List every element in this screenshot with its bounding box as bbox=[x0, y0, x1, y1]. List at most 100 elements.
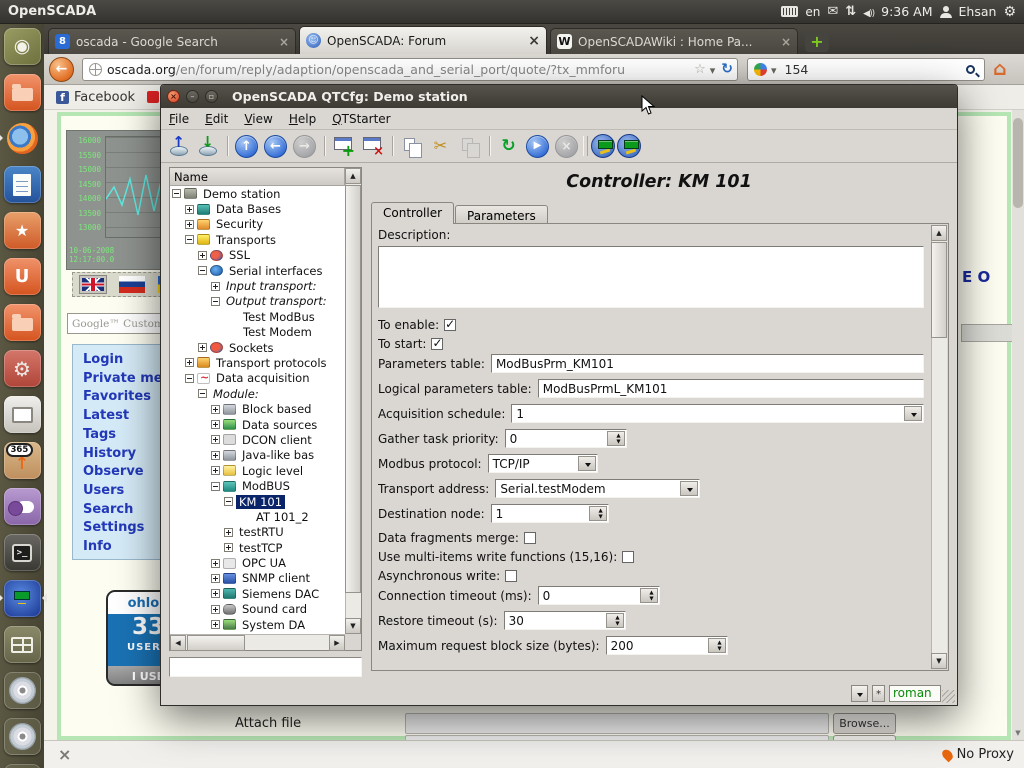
scroll-left-icon[interactable] bbox=[170, 635, 186, 651]
status-star-button[interactable] bbox=[872, 685, 885, 702]
tree-item[interactable]: Java-like bas bbox=[170, 448, 345, 463]
tree-item[interactable]: Logic level bbox=[170, 463, 345, 478]
start-periodic-update-icon[interactable]: ▶ bbox=[526, 135, 549, 158]
toolbar-separator[interactable] bbox=[388, 133, 396, 159]
destination-node-spinbox[interactable]: 1 bbox=[491, 504, 609, 523]
tree-expander-icon[interactable] bbox=[172, 189, 181, 198]
menu-item[interactable]: File bbox=[161, 110, 197, 128]
page-scrollbar-thumb[interactable] bbox=[1013, 118, 1023, 208]
new-tab-button[interactable]: + bbox=[805, 31, 829, 52]
toolbar-separator[interactable] bbox=[485, 133, 493, 159]
search-engine-dropdown-icon[interactable] bbox=[767, 62, 781, 77]
proxy-flame-icon[interactable] bbox=[940, 747, 955, 762]
status-user-field[interactable]: roman bbox=[889, 685, 941, 702]
toolbar-separator[interactable] bbox=[320, 133, 328, 159]
software-center-icon[interactable]: ★ bbox=[4, 212, 41, 249]
tab-controller[interactable]: Controller bbox=[371, 202, 454, 224]
data-fragments-merge-checkbox[interactable] bbox=[524, 532, 536, 544]
tree-item[interactable]: Siemens DAC bbox=[170, 586, 345, 601]
pidgin-icon[interactable] bbox=[4, 488, 41, 525]
menu-item[interactable]: View bbox=[236, 110, 280, 128]
restore-timeout-spinbox[interactable]: 30 bbox=[504, 611, 626, 630]
tree-expander-icon[interactable] bbox=[211, 589, 220, 598]
tree-expander-icon[interactable] bbox=[224, 543, 233, 552]
page-scrollbar[interactable] bbox=[1012, 110, 1024, 740]
to-enable-checkbox[interactable] bbox=[444, 319, 456, 331]
tree-expander-icon[interactable] bbox=[211, 420, 220, 429]
terminal-icon[interactable]: >_ bbox=[4, 534, 41, 571]
tree-header[interactable]: Name bbox=[170, 168, 345, 186]
proxy-status-label[interactable]: No Proxy bbox=[957, 747, 1014, 762]
form-vscroll-thumb[interactable] bbox=[931, 242, 947, 338]
tab-close-icon[interactable]: × bbox=[274, 35, 289, 49]
clock[interactable]: 9:36 AM bbox=[881, 4, 932, 19]
tree-item[interactable]: testRTU bbox=[170, 525, 345, 540]
reload-icon[interactable] bbox=[719, 61, 733, 77]
window-maximize-button[interactable] bbox=[205, 90, 218, 103]
tree-expander-icon[interactable] bbox=[211, 405, 220, 414]
network-arrows-icon[interactable] bbox=[845, 4, 856, 19]
findbar-close-icon[interactable] bbox=[58, 745, 71, 764]
tree-expander-icon[interactable] bbox=[211, 466, 220, 475]
update-manager-icon[interactable]: ↑ 365 bbox=[4, 442, 41, 479]
toolbar-handle[interactable] bbox=[582, 133, 589, 159]
session-gear-icon[interactable] bbox=[1003, 4, 1016, 20]
back-icon[interactable]: ← bbox=[264, 135, 287, 158]
scroll-down-icon[interactable] bbox=[1013, 728, 1023, 738]
tree-vscrollbar[interactable] bbox=[345, 168, 361, 634]
multi-items-write-checkbox[interactable] bbox=[622, 551, 634, 563]
tree-item[interactable]: Demo station bbox=[170, 186, 345, 201]
acquisition-schedule-combobox[interactable]: 1 bbox=[511, 404, 924, 423]
preferences-window-icon[interactable] bbox=[4, 396, 41, 433]
to-start-checkbox[interactable] bbox=[431, 338, 443, 350]
scroll-down-icon[interactable] bbox=[931, 653, 947, 669]
gather-task-priority-spinbox[interactable]: 0 bbox=[505, 429, 627, 448]
tree-expander-icon[interactable] bbox=[185, 374, 194, 383]
tree-expander-icon[interactable] bbox=[211, 559, 220, 568]
scroll-up-icon[interactable] bbox=[931, 225, 947, 241]
tree-item[interactable]: Sound card bbox=[170, 602, 345, 617]
window-minimize-button[interactable] bbox=[186, 90, 199, 103]
tab-parameters[interactable]: Parameters bbox=[455, 205, 548, 224]
status-dropdown-button[interactable] bbox=[851, 685, 868, 702]
keyboard-layout-label[interactable]: en bbox=[805, 5, 820, 19]
tree-expander-icon[interactable] bbox=[211, 282, 220, 291]
volume-icon[interactable] bbox=[863, 5, 874, 19]
tree-item[interactable]: SSL bbox=[170, 248, 345, 263]
paste-item-icon[interactable] bbox=[456, 133, 483, 159]
keyboard-layout-icon[interactable] bbox=[781, 6, 798, 17]
tree-item[interactable]: Transport protocols bbox=[170, 355, 345, 370]
home-folder-icon[interactable] bbox=[4, 74, 41, 111]
tree-expander-icon[interactable] bbox=[211, 620, 220, 629]
tree-filter-input[interactable] bbox=[169, 657, 362, 677]
tree-item[interactable]: Sockets bbox=[170, 340, 345, 355]
tree-expander-icon[interactable] bbox=[211, 435, 220, 444]
url-dropdown-icon[interactable] bbox=[706, 62, 720, 77]
tree-item[interactable]: testTCP bbox=[170, 540, 345, 555]
home-button[interactable] bbox=[993, 58, 1007, 80]
up-icon[interactable]: ↑ bbox=[235, 135, 258, 158]
window-close-button[interactable] bbox=[167, 90, 180, 103]
tree-item[interactable]: Module: bbox=[170, 386, 345, 401]
flag-russia-icon[interactable] bbox=[119, 276, 145, 293]
window-titlebar[interactable]: OpenSCADA QTCfg: Demo station bbox=[161, 85, 957, 108]
cd-disc-icon[interactable] bbox=[4, 672, 41, 709]
tree-item[interactable]: Data acquisition bbox=[170, 371, 345, 386]
tree-expander-icon[interactable] bbox=[211, 451, 220, 460]
save-to-db-icon[interactable]: ↓ bbox=[194, 133, 221, 159]
search-input[interactable]: 154 bbox=[781, 62, 966, 77]
tree-item[interactable]: SNMP client bbox=[170, 571, 345, 586]
cd-disc-2-icon[interactable] bbox=[4, 718, 41, 755]
browser-tab[interactable]: OpenSCADAWiki : Home Pa... × bbox=[550, 28, 798, 54]
firefox-icon[interactable] bbox=[4, 120, 41, 157]
workspace-switcher-icon[interactable] bbox=[4, 626, 41, 663]
forward-icon[interactable]: → bbox=[293, 135, 316, 158]
resize-grip[interactable] bbox=[942, 690, 955, 703]
form-vscrollbar[interactable] bbox=[931, 225, 947, 669]
menu-item[interactable]: QTStarter bbox=[324, 110, 398, 128]
usb-drive-icon[interactable] bbox=[4, 764, 41, 768]
delete-item-icon[interactable]: × bbox=[359, 133, 386, 159]
parameters-table-input[interactable]: ModBusPrm_KM101 bbox=[491, 354, 924, 373]
tree-item[interactable]: Output transport: bbox=[170, 294, 345, 309]
tab-close-icon[interactable]: × bbox=[776, 35, 791, 49]
